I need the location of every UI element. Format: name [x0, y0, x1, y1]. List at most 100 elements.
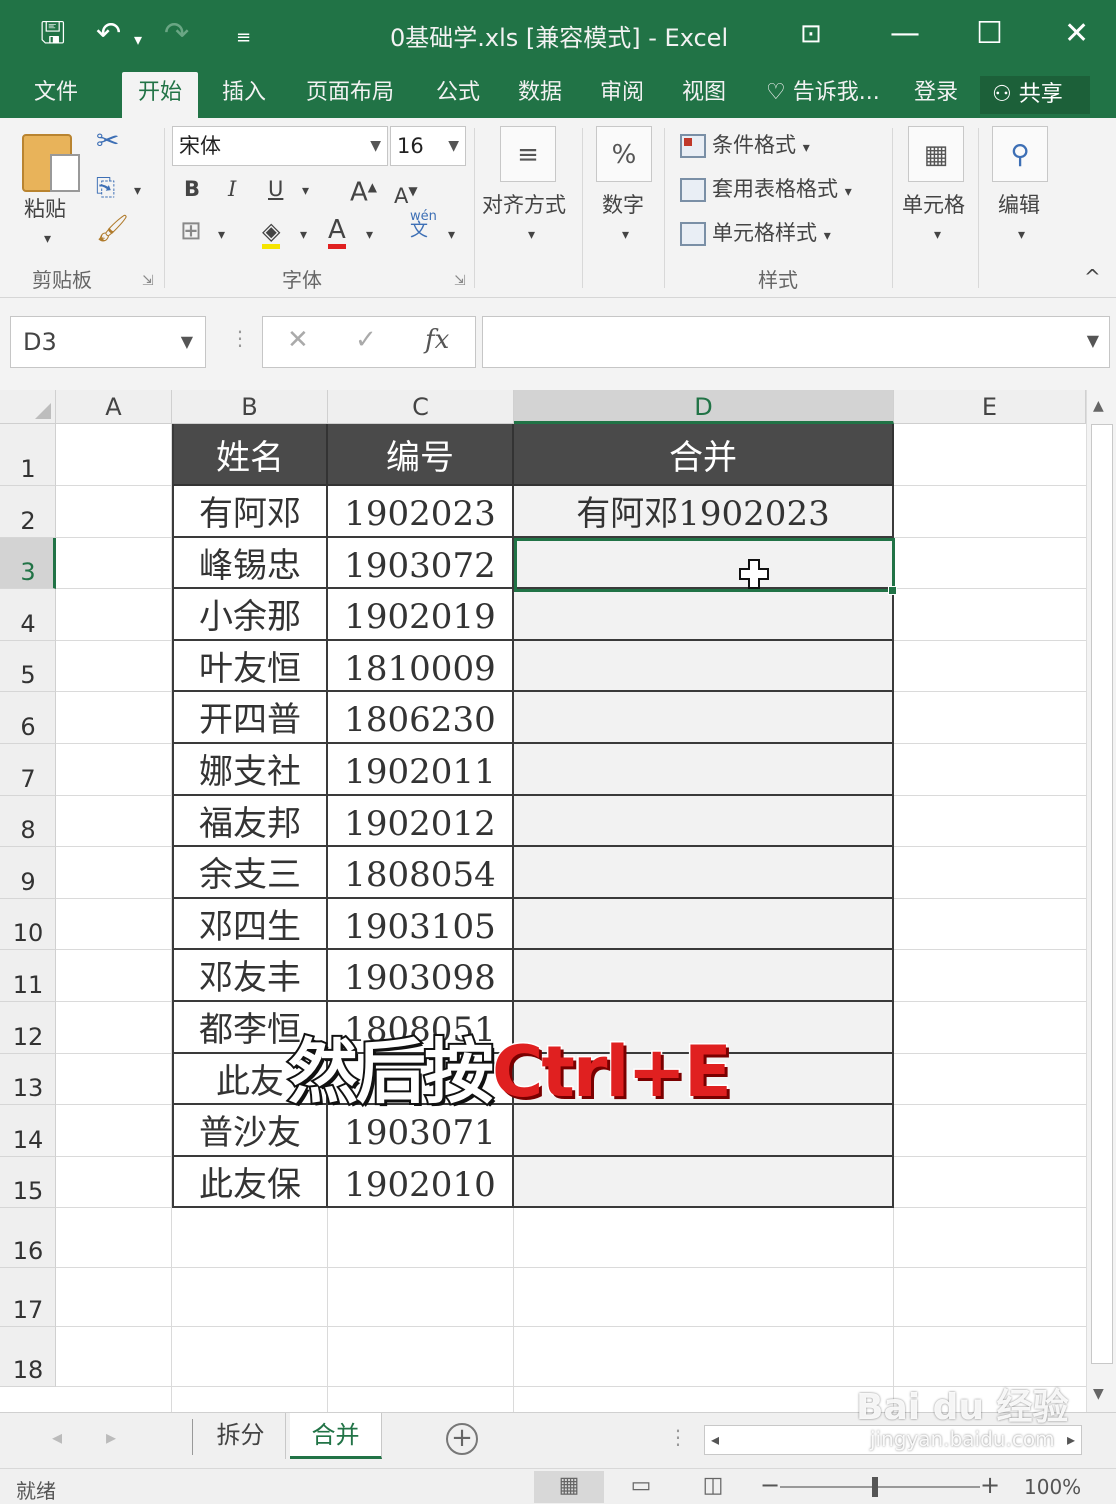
underline-dropdown-icon[interactable]: ▾	[302, 178, 309, 204]
table-cell-merged[interactable]	[514, 950, 894, 1002]
phonetic-icon[interactable]: wén 文	[410, 210, 437, 240]
conditional-format-button[interactable]: 条件格式 ▾	[680, 132, 810, 161]
normal-view-icon[interactable]: ▦	[534, 1471, 604, 1503]
active-cell-d3[interactable]	[514, 538, 895, 592]
undo-dropdown-icon[interactable]: ▾	[134, 20, 142, 60]
number-dropdown-icon[interactable]: ▾	[622, 222, 629, 248]
table-cell-merged[interactable]	[514, 692, 894, 744]
zoom-level[interactable]: 100%	[1024, 1475, 1081, 1499]
percent-icon[interactable]: %	[596, 126, 652, 182]
scroll-down-icon[interactable]: ▼	[1093, 1386, 1104, 1402]
table-cell-name[interactable]: 小余那	[172, 589, 328, 641]
font-color-icon[interactable]: A	[328, 216, 346, 249]
cell-style-button[interactable]: 单元格样式 ▾	[680, 220, 831, 249]
table-cell-id[interactable]: 1808054	[328, 847, 514, 899]
row-header-3[interactable]: 3	[0, 537, 56, 590]
next-sheet-icon[interactable]: ▸	[106, 1425, 116, 1449]
select-all-corner[interactable]	[0, 390, 56, 424]
sheet-tab-split[interactable]: 拆分	[196, 1413, 286, 1459]
add-sheet-icon[interactable]: +	[446, 1423, 478, 1455]
row-header-11[interactable]: 11	[0, 950, 56, 1002]
clipboard-launcher-icon[interactable]: ⇲	[142, 268, 154, 294]
table-cell-merged[interactable]: 有阿邓1902023	[514, 486, 894, 538]
row-header-18[interactable]: 18	[0, 1327, 56, 1387]
table-cell-id[interactable]: 1902023	[328, 486, 514, 538]
tab-insert[interactable]: 插入	[222, 72, 266, 118]
font-color-dropdown-icon[interactable]: ▾	[366, 222, 373, 248]
table-cell-id[interactable]: 1902019	[328, 589, 514, 641]
table-cell-id[interactable]: 1903105	[328, 898, 514, 951]
zoom-out-icon[interactable]: −	[760, 1471, 780, 1499]
table-header-cell[interactable]: 编号	[328, 424, 514, 486]
tab-data[interactable]: 数据	[518, 72, 562, 118]
table-cell-name[interactable]: 娜支社	[172, 744, 328, 796]
row-header-1[interactable]: 1	[0, 424, 56, 486]
bold-button[interactable]: B	[184, 176, 200, 202]
fill-handle[interactable]	[888, 586, 897, 595]
search-icon[interactable]: ⚲	[992, 126, 1048, 182]
phonetic-dropdown-icon[interactable]: ▾	[448, 222, 455, 248]
column-header-e[interactable]: E	[894, 390, 1086, 424]
scroll-left-icon[interactable]: ◂	[711, 1430, 719, 1449]
worksheet-grid[interactable]: A B C D E 1 2 3 4 5 6 7 8 9 10 11 12 13 14 15 16 17 18 姓名…	[0, 390, 1086, 1412]
collapse-ribbon-icon[interactable]: ^	[1084, 264, 1101, 290]
table-cell-id[interactable]: 1806230	[328, 692, 514, 744]
row-header-6[interactable]: 6	[0, 692, 56, 744]
column-header-b[interactable]: B	[172, 390, 328, 424]
table-cell-merged[interactable]	[514, 640, 894, 693]
row-header-16[interactable]: 16	[0, 1208, 56, 1268]
row-header-4[interactable]: 4	[0, 589, 56, 641]
copy-icon[interactable]: ⎘	[96, 174, 115, 200]
border-dropdown-icon[interactable]: ▾	[218, 222, 225, 248]
check-icon[interactable]: ✓	[355, 325, 377, 355]
tab-home[interactable]: 开始	[122, 72, 199, 118]
table-cell-merged[interactable]	[514, 898, 894, 951]
customize-toolbar-icon[interactable]: ≡	[236, 18, 251, 58]
row-header-13[interactable]: 13	[0, 1053, 56, 1106]
page-break-view-icon[interactable]: ◫	[678, 1471, 748, 1503]
save-icon[interactable]: 🖫	[40, 14, 66, 54]
tab-page-layout[interactable]: 页面布局	[306, 72, 394, 118]
table-cell-name[interactable]: 余支三	[172, 847, 328, 899]
vertical-scrollbar[interactable]: ▲ ▼	[1086, 390, 1116, 1412]
font-launcher-icon[interactable]: ⇲	[454, 268, 466, 294]
format-painter-icon[interactable]: 🖌	[96, 216, 129, 242]
column-header-d[interactable]: D	[514, 390, 894, 424]
table-cell-name[interactable]: 有阿邓	[172, 486, 328, 538]
number-button[interactable]: 数字	[602, 192, 644, 218]
table-cell-name[interactable]: 此友保	[172, 1156, 328, 1209]
table-header-cell[interactable]: 姓名	[172, 424, 328, 486]
table-cell-id[interactable]: 1903098	[328, 950, 514, 1002]
table-cell-merged[interactable]	[514, 1156, 894, 1209]
formula-input[interactable]: ▼	[482, 316, 1110, 368]
cells-grid-icon[interactable]: ▦	[908, 126, 964, 182]
table-cell-id[interactable]: 1902011	[328, 744, 514, 796]
table-cell-id[interactable]: 1810009	[328, 640, 514, 693]
login-link[interactable]: 登录	[914, 72, 958, 118]
table-cell-name[interactable]: 邓四生	[172, 898, 328, 951]
decrease-font-icon[interactable]: A▼	[394, 178, 418, 209]
function-icon[interactable]: fx	[425, 325, 449, 355]
zoom-slider[interactable]	[780, 1486, 980, 1488]
row-header-9[interactable]: 9	[0, 847, 56, 899]
maximize-icon[interactable]: ☐	[976, 12, 1003, 56]
fill-color-dropdown-icon[interactable]: ▾	[300, 222, 307, 248]
font-name-select[interactable]: 宋体 ▼	[172, 126, 388, 166]
row-header-5[interactable]: 5	[0, 640, 56, 693]
row-header-14[interactable]: 14	[0, 1105, 56, 1157]
table-cell-name[interactable]: 叶友恒	[172, 640, 328, 693]
ribbon-display-icon[interactable]: ⊡	[800, 12, 822, 56]
column-header-c[interactable]: C	[328, 390, 514, 424]
align-lines-icon[interactable]: ≡	[500, 126, 556, 182]
table-cell-name[interactable]: 峰锡忠	[172, 537, 328, 590]
cells-button[interactable]: 单元格	[902, 192, 965, 218]
table-cell-merged[interactable]	[514, 847, 894, 899]
tab-file[interactable]: 文件	[34, 72, 78, 118]
row-header-17[interactable]: 17	[0, 1267, 56, 1328]
table-cell-id[interactable]: 1902010	[328, 1156, 514, 1209]
resize-handle-icon[interactable]: ⋮	[230, 326, 250, 350]
table-cell-id[interactable]: 1903072	[328, 537, 514, 590]
cells-dropdown-icon[interactable]: ▾	[934, 222, 941, 248]
row-header-8[interactable]: 8	[0, 795, 56, 848]
zoom-slider-knob[interactable]	[872, 1477, 878, 1497]
